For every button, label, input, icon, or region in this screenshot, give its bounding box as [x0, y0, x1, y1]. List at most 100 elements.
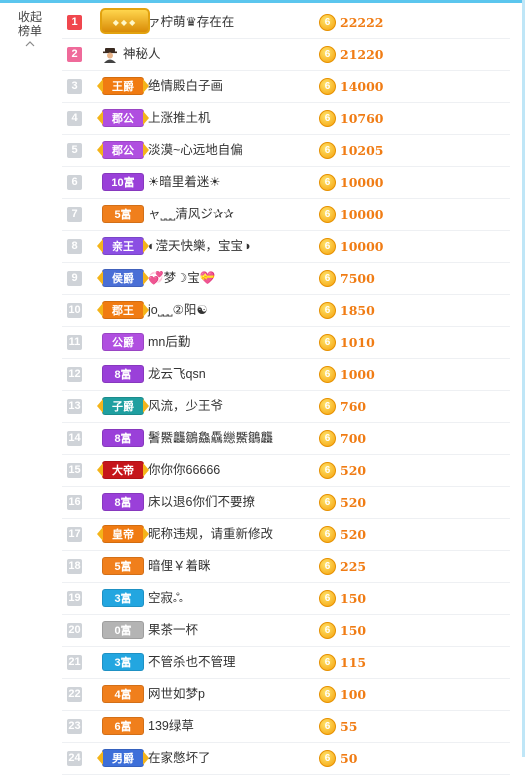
coin-icon: 6 — [319, 750, 336, 767]
leaderboard-row[interactable]: 19 3富 空寂ஃ 6 150 — [62, 583, 510, 615]
leaderboard-row[interactable]: 22 4富 网世如梦p 6 100 — [62, 679, 510, 711]
leaderboard-row[interactable]: 13 子爵 风流，少王爷 6 760 — [62, 391, 510, 423]
coin-icon: 6 — [319, 334, 336, 351]
collapse-leaderboard-toggle[interactable]: 收起 榜单 — [8, 10, 52, 48]
contribution-score: 1010 — [340, 335, 375, 350]
coin-icon: 6 — [319, 366, 336, 383]
user-name[interactable]: ◐滢天快樂，宝宝◑ — [148, 231, 251, 262]
contribution-score: 21220 — [340, 47, 384, 62]
level-badge: 王爵 — [97, 77, 149, 95]
rank-number: 21 — [67, 655, 82, 670]
level-badge: 亲王 — [97, 237, 149, 255]
mystery-person-icon — [103, 48, 117, 63]
rank-number: 6 — [67, 175, 82, 190]
user-name[interactable]: ァ柠萌♛存在在 — [148, 7, 234, 38]
leaderboard-row[interactable]: 15 大帝 你你你66666 6 520 — [62, 455, 510, 487]
leaderboard-row[interactable]: 24 男爵 在家憋坏了 6 50 — [62, 743, 510, 775]
level-badge: 4富 — [102, 685, 144, 703]
contribution-score: 115 — [340, 655, 367, 670]
user-name[interactable]: 你你你66666 — [148, 455, 220, 486]
user-name[interactable]: 床以退6你们不要撩 — [148, 487, 255, 518]
leaderboard-row[interactable]: 5 郡公 淡漠~心远地自偏 6 10205 — [62, 135, 510, 167]
level-badge: 子爵 — [97, 397, 149, 415]
contribution-score: 10000 — [340, 175, 384, 190]
contribution-score: 520 — [340, 495, 367, 510]
rank-number: 22 — [67, 687, 82, 702]
user-name[interactable]: mn后勤 — [148, 327, 190, 358]
contribution-score: 14000 — [340, 79, 384, 94]
coin-icon: 6 — [319, 462, 336, 479]
leaderboard-row[interactable]: 23 6富 139绿草 6 55 — [62, 711, 510, 743]
leaderboard-row[interactable]: 16 8富 床以退6你们不要撩 6 520 — [62, 487, 510, 519]
user-name[interactable]: 暗俚￥着眯 — [148, 551, 211, 582]
contribution-score: 1000 — [340, 367, 375, 382]
top-accent-bar — [0, 0, 525, 3]
leaderboard-row[interactable]: 3 王爵 绝情殿白子画 6 14000 — [62, 71, 510, 103]
user-name[interactable]: 上涨推土机 — [148, 103, 211, 134]
rank-number: 11 — [67, 335, 82, 350]
contribution-score: 520 — [340, 527, 367, 542]
rank-number: 9 — [67, 271, 82, 286]
user-name[interactable]: 鬐鱀龘鶵鱻驫纞鱀鶵龘 — [148, 423, 273, 454]
coin-icon: 6 — [319, 302, 336, 319]
collapse-label[interactable]: 收起 榜单 — [8, 10, 52, 38]
contribution-score: 10760 — [340, 111, 384, 126]
rank-number: 14 — [67, 431, 82, 446]
level-badge: 8富 — [102, 365, 144, 383]
rank-number: 16 — [67, 495, 82, 510]
user-name[interactable]: 昵称违规，请重新修改 — [148, 519, 273, 550]
leaderboard-row[interactable]: 1 ◆◆◆ ァ柠萌♛存在在 6 22222 — [62, 7, 510, 39]
coin-icon: 6 — [319, 270, 336, 287]
level-badge: 公爵 — [102, 333, 144, 351]
leaderboard-row[interactable]: 11 公爵 mn后勤 6 1010 — [62, 327, 510, 359]
user-name[interactable]: 在家憋坏了 — [148, 743, 211, 774]
rank-number: 13 — [67, 399, 82, 414]
leaderboard-row[interactable]: 9 侯爵 💞梦☽宝💝 6 7500 — [62, 263, 510, 295]
level-badge: 郡公 — [97, 109, 149, 127]
leaderboard-row[interactable]: 18 5富 暗俚￥着眯 6 225 — [62, 551, 510, 583]
user-name[interactable]: ャ˽˽˽清风ジ✰✰ — [148, 199, 234, 230]
leaderboard-row[interactable]: 10 郡王 jo˽˽˽②阳☯ 6 1850 — [62, 295, 510, 327]
coin-icon: 6 — [319, 206, 336, 223]
leaderboard-row[interactable]: 8 亲王 ◐滢天快樂，宝宝◑ 6 10000 — [62, 231, 510, 263]
rank-number: 4 — [67, 111, 82, 126]
user-name[interactable]: 空寂ஃ — [148, 583, 183, 614]
contribution-score: 50 — [340, 751, 358, 766]
leaderboard-row[interactable]: 12 8富 龙云飞qsn 6 1000 — [62, 359, 510, 391]
leaderboard-row[interactable]: 7 5富 ャ˽˽˽清风ジ✰✰ 6 10000 — [62, 199, 510, 231]
coin-icon: 6 — [319, 494, 336, 511]
level-badge: 5富 — [102, 205, 144, 223]
user-name[interactable]: 龙云飞qsn — [148, 359, 206, 390]
rank-number: 1 — [67, 15, 82, 30]
user-name[interactable]: ☀暗里着迷☀ — [148, 167, 220, 198]
leaderboard-row[interactable]: 6 10富 ☀暗里着迷☀ 6 10000 — [62, 167, 510, 199]
rank-number: 2 — [67, 47, 82, 62]
user-name[interactable]: 139绿草 — [148, 711, 194, 742]
leaderboard-row[interactable]: 21 3富 不管杀也不管理 6 115 — [62, 647, 510, 679]
user-name[interactable]: 绝情殿白子画 — [148, 71, 223, 102]
level-badge: 3富 — [102, 653, 144, 671]
user-name[interactable]: 淡漠~心远地自偏 — [148, 135, 243, 166]
coin-icon: 6 — [319, 398, 336, 415]
coin-icon: 6 — [319, 238, 336, 255]
rank-number: 15 — [67, 463, 82, 478]
leaderboard-row[interactable]: 4 郡公 上涨推土机 6 10760 — [62, 103, 510, 135]
user-name[interactable]: jo˽˽˽②阳☯ — [148, 295, 208, 326]
coin-icon: 6 — [319, 110, 336, 127]
user-name[interactable]: 神秘人 — [123, 39, 161, 70]
leaderboard-row[interactable]: 17 皇帝 昵称违规，请重新修改 6 520 — [62, 519, 510, 551]
user-name[interactable]: 网世如梦p — [148, 679, 205, 710]
chevron-up-icon[interactable] — [25, 40, 35, 48]
leaderboard-row[interactable]: 2 神秘人 6 21220 — [62, 39, 510, 71]
user-name[interactable]: 💞梦☽宝💝 — [148, 263, 215, 294]
rank-number: 24 — [67, 751, 82, 766]
level-badge: 8富 — [102, 493, 144, 511]
contribution-score: 225 — [340, 559, 367, 574]
leaderboard-row[interactable]: 14 8富 鬐鱀龘鶵鱻驫纞鱀鶵龘 6 700 — [62, 423, 510, 455]
user-name[interactable]: 果茶一杯 — [148, 615, 198, 646]
leaderboard-row[interactable]: 20 0富 果茶一杯 6 150 — [62, 615, 510, 647]
rank-number: 23 — [67, 719, 82, 734]
user-name[interactable]: 风流，少王爷 — [148, 391, 223, 422]
user-name[interactable]: 不管杀也不管理 — [148, 647, 236, 678]
level-badge: 男爵 — [97, 749, 149, 767]
